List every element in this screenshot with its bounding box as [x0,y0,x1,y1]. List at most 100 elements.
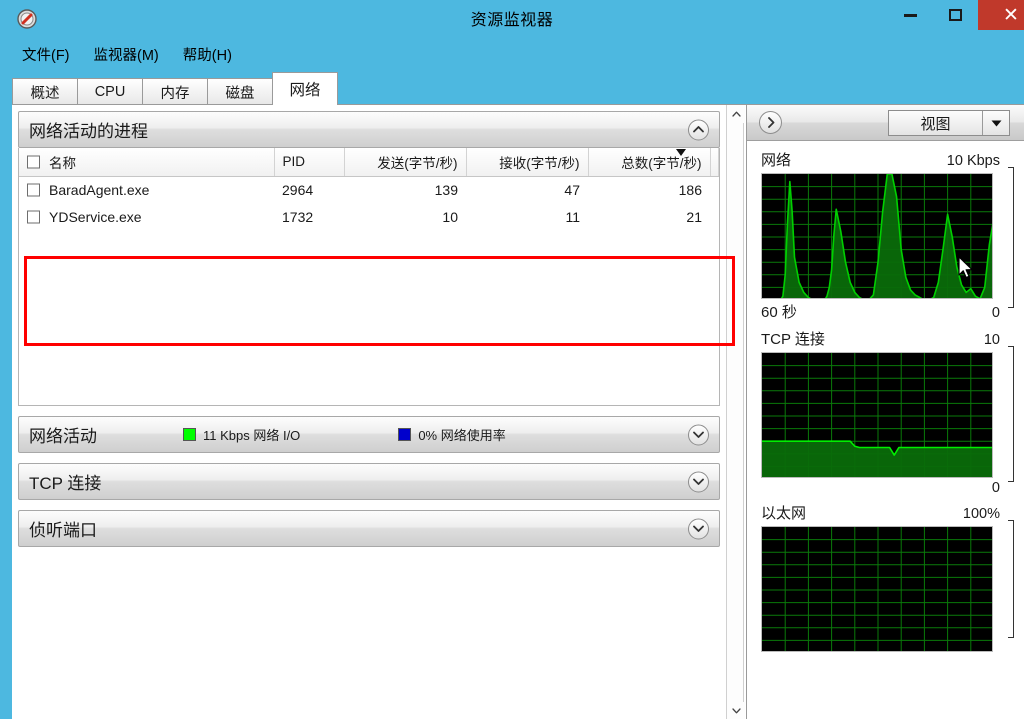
tcp-graph-max: 10 [983,332,1000,348]
row-checkbox[interactable] [27,210,40,223]
listening-ports-header[interactable]: 侦听端口 [18,510,720,547]
network-activity-legends: 11 Kbps 网络 I/O 0% 网络使用率 [183,425,506,444]
network-graph-title: 网络 [761,152,792,169]
chevron-down-icon[interactable] [688,424,709,445]
cell-process-name: YDService.exe [19,203,274,230]
select-all-checkbox[interactable] [27,155,40,169]
left-pane: 网络活动的进程 名称 PID 发送(字节/秒) 接收(字节/秒) 总数(字节/秒… [12,105,726,719]
maximize-icon [949,9,962,21]
network-processes-header[interactable]: 网络活动的进程 [18,111,720,148]
row-checkbox[interactable] [27,183,40,197]
minimize-icon [904,13,917,17]
legend-network-utilization: 0% 网络使用率 [398,425,506,444]
scroll-up-button[interactable] [727,105,745,123]
close-button[interactable]: ✕ [978,0,1024,30]
tcp-graph-labels: TCP 连接 10 [761,328,1014,349]
process-name-label: BaradAgent.exe [49,181,150,198]
menu-item-file[interactable]: 文件(F) [10,42,82,67]
network-processes-body: 名称 PID 发送(字节/秒) 接收(字节/秒) 总数(字节/秒) BaradA… [18,148,720,406]
column-header-total[interactable]: 总数(字节/秒) [588,148,711,177]
legend-network-io-label: 11 Kbps 网络 I/O [203,428,301,443]
network-graph-timespan: 60 秒 [761,304,797,321]
tab-memory[interactable]: 内存 [142,78,208,105]
chevron-down-icon[interactable] [688,518,709,539]
tab-overview[interactable]: 概述 [12,78,78,105]
legend-swatch-green [183,428,196,441]
window-controls: ✕ [888,0,1024,30]
network-graph-bracket [1008,167,1014,308]
menu-item-help[interactable]: 帮助(H) [171,42,244,67]
column-header-send[interactable]: 发送(字节/秒) [344,148,467,177]
table-row[interactable]: YDService.exe 1732 10 11 21 [19,203,719,230]
menu-bar: 文件(F) 监视器(M) 帮助(H) [10,40,1014,68]
legend-swatch-blue [398,428,412,441]
tab-disk[interactable]: 磁盘 [207,78,273,105]
scroll-down-button[interactable] [727,702,745,719]
cell-receive: 47 [564,181,580,198]
cell-spacer [710,203,719,230]
scrollbar-track[interactable] [727,123,745,702]
tab-network[interactable]: 网络 [272,72,338,105]
client-area: 网络活动的进程 名称 PID 发送(字节/秒) 接收(字节/秒) 总数(字节/秒… [12,104,1024,719]
column-header-total-label: 总数(字节/秒) [621,155,702,171]
table-row[interactable]: BaradAgent.exe 2964 139 47 186 [19,176,719,203]
network-activity-title: 网络活动 [29,427,97,446]
maximize-button[interactable] [933,0,978,30]
title-bar: 资源监视器 ✕ [0,0,1024,36]
network-activity-header[interactable]: 网络活动 11 Kbps 网络 I/O 0% 网络使用率 [18,416,720,453]
tab-cpu[interactable]: CPU [77,78,143,105]
network-activity-panel: 网络活动 11 Kbps 网络 I/O 0% 网络使用率 [18,416,720,453]
view-dropdown-button[interactable]: 视图 [888,110,1010,136]
process-name-label: YDService.exe [49,208,142,225]
view-dropdown-label: 视图 [920,115,951,133]
cell-total: 186 [678,181,702,198]
tcp-graph-axis-labels: 0 [761,480,1014,496]
network-processes-table: 名称 PID 发送(字节/秒) 接收(字节/秒) 总数(字节/秒) BaradA… [19,148,719,230]
cell-receive: 11 [565,208,580,225]
network-graph-max: 10 Kbps [946,153,1000,169]
minimize-button[interactable] [888,0,933,30]
ethernet-graph-labels: 以太网 100% [761,502,1014,523]
tcp-connections-header[interactable]: TCP 连接 [18,463,720,500]
legend-network-utilization-label: 0% 网络使用率 [418,428,506,443]
main-scrollbar[interactable] [726,105,745,719]
network-graph-labels: 网络 10 Kbps [761,149,1014,170]
window-title: 资源监视器 [470,12,554,29]
chevron-down-icon[interactable] [983,120,1009,127]
cell-pid: 2964 [282,181,314,198]
ethernet-graph-plot [761,526,993,652]
menu-item-monitor[interactable]: 监视器(M) [82,42,171,67]
listening-ports-panel: 侦听端口 [18,510,720,547]
cell-total: 21 [686,208,702,225]
ethernet-graph-title: 以太网 [761,505,807,522]
network-graph-block: 网络 10 Kbps 60 秒 0 [761,149,1014,322]
mouse-cursor-icon [675,149,686,156]
cell-pid: 1732 [282,208,314,225]
tcp-graph-title: TCP 连接 [761,331,825,348]
column-header-name-label: 名称 [49,155,76,171]
chevron-right-icon[interactable] [759,111,782,134]
cell-spacer [710,176,719,203]
network-graph-axis-labels: 60 秒 0 [761,301,1014,322]
tab-strip: 概述 CPU 内存 磁盘 网络 [12,72,338,105]
graph-list: 网络 10 Kbps 60 秒 0 TCP 连接 10 0 以太网 100% [747,141,1024,652]
column-header-name[interactable]: 名称 [19,148,275,177]
column-header-pid[interactable]: PID [274,148,345,177]
ethernet-graph-max: 100% [962,506,1000,522]
legend-network-io: 11 Kbps 网络 I/O [183,425,300,444]
chevron-up-icon[interactable] [688,119,709,140]
chevron-down-icon[interactable] [688,471,709,492]
listening-ports-title: 侦听端口 [29,521,97,540]
column-header-receive[interactable]: 接收(字节/秒) [466,148,589,177]
network-graph-plot [761,173,993,299]
ethernet-graph-bracket [1008,520,1014,638]
sidebar-toolbar: 视图 [747,105,1024,141]
network-graph-min: 0 [991,305,1000,321]
tcp-graph-plot [761,352,993,478]
resource-monitor-window: 资源监视器 ✕ 文件(F) 监视器(M) 帮助(H) 概述 CPU 内存 磁盘 … [0,0,1024,719]
column-header-spacer [710,148,719,177]
cell-send: 139 [434,181,458,198]
close-icon: ✕ [1003,3,1019,26]
network-processes-title: 网络活动的进程 [29,122,148,141]
network-processes-panel: 网络活动的进程 名称 PID 发送(字节/秒) 接收(字节/秒) 总数(字节/秒… [18,111,720,406]
